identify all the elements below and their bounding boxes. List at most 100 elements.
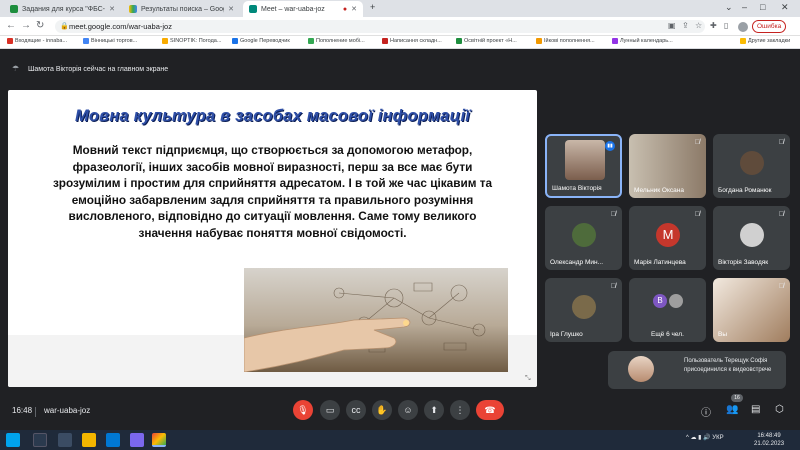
search-icon[interactable] [33,433,47,447]
chat-icon[interactable]: ▤ [751,404,760,415]
bookmark-item[interactable]: Входящие - innaba... [7,38,67,44]
sidebar-icon[interactable]: ▯ [724,21,728,30]
maximize-icon[interactable]: □ [760,2,765,12]
activities-icon[interactable]: ⬡ [775,404,784,415]
camera-toggle-button[interactable]: ▭ [320,400,340,420]
error-badge[interactable]: Ошибка [752,20,787,33]
captions-button[interactable]: cc [346,400,366,420]
participant-tile[interactable]: 🎙̸ Богдана Романюк [713,134,790,198]
mic-off-icon: 🎙̸ [778,283,784,290]
windows-start-icon[interactable] [6,433,20,447]
reload-icon[interactable]: ↻ [36,20,44,31]
tab-classroom[interactable]: Задания для курса "ФБС-13 УКР ✕ [4,1,121,17]
meet-stage: ☂ Шамота Вікторія сейчас на главном экра… [0,49,800,430]
participant-tile[interactable]: 🎙̸ Вікторія Заводяк [713,206,790,270]
gmail-icon [7,38,13,44]
bookmark-item[interactable]: Google Переводчик [232,38,290,44]
word-icon[interactable] [106,433,120,447]
bookmark-item[interactable]: Лунный календарь... [612,38,673,44]
slide-photo [244,268,508,372]
participant-initial: B [653,294,667,308]
bookmark-item[interactable]: Освітній проект «Н... [456,38,517,44]
mic-off-icon: 🎙̸ [610,211,616,218]
minimize-icon[interactable]: – [742,2,747,12]
taskbar-clock[interactable]: 16:48:49 21.02.2023 [754,432,784,448]
drive-icon [129,5,137,13]
close-tab-icon[interactable]: ✕ [109,5,115,13]
back-icon[interactable]: ← [6,20,16,31]
bookmark-site-icon [162,38,168,44]
new-tab-button[interactable]: + [370,2,375,12]
system-tray[interactable]: ^ ☁ ▮ 🔊 УКР [686,434,724,441]
bookmark-item[interactable]: Написання складн... [382,38,442,44]
bookmark-site-icon [83,38,89,44]
end-call-button[interactable]: ☎ [476,400,504,420]
bookmark-item[interactable]: SINOPTIK: Погода... [162,38,221,44]
more-options-button[interactable]: ⋮ [450,400,470,420]
extensions-icon[interactable]: ✚ [710,21,717,30]
participant-tile[interactable]: 🎙̸ Олександр Мин... [545,206,622,270]
person-presenting-icon: ☂ [12,64,20,73]
presentation-slide[interactable]: Мовна культура в засобах масової інформа… [8,90,537,387]
present-screen-button[interactable]: ⬆ [424,400,444,420]
raise-hand-button[interactable]: ✋ [372,400,392,420]
bookmarks-bar: Входящие - innaba... Вінницькі торгов...… [0,36,800,49]
people-icon[interactable]: 👥 [726,404,738,415]
share-icon[interactable]: ⇪ [682,21,689,30]
participant-avatar [572,223,596,247]
file-explorer-icon[interactable] [82,433,96,447]
camera-indicator-icon[interactable]: ▣ [668,21,676,30]
participant-tile[interactable]: 🎙̸ Іра Глушко [545,278,622,342]
participant-video [565,140,605,180]
self-view-tile[interactable]: 🎙̸ Вы [713,278,790,342]
forward-icon[interactable]: → [21,20,31,31]
star-icon[interactable]: ☆ [695,21,702,30]
mic-toggle-button[interactable]: 🎙 [293,400,313,420]
join-notification: Пользователь Терещук Софія присоединился… [608,351,786,389]
meet-icon [249,5,257,13]
mic-off-icon: 🎙̸ [778,211,784,218]
tab-drive[interactable]: Результаты поиска – Google Ди ✕ [123,1,240,17]
close-tab-icon[interactable]: ✕ [351,5,357,13]
participant-avatar [669,294,683,308]
meeting-info-icon[interactable]: ⓘ [701,404,711,419]
meeting-code: war-uaba-joz [44,406,91,415]
profile-avatar[interactable] [738,22,748,32]
recording-dot-icon: ● [342,5,348,13]
meeting-clock: 16:48 [12,406,33,415]
bookmark-item[interactable]: Ійкові пополнення... [536,38,595,44]
participant-avatar [572,295,596,319]
hand-diagram-illustration [244,282,486,372]
chrome-icon[interactable] [152,433,166,447]
bookmark-item[interactable]: Пополнение мобі... [308,38,365,44]
participant-avatar [740,151,764,175]
divider [35,407,36,417]
task-view-icon[interactable] [58,433,72,447]
bookmark-item[interactable]: Вінницькі торгов... [83,38,137,44]
presenter-indicator: ☂ Шамота Вікторія сейчас на главном экра… [12,64,169,73]
bookmark-site-icon [382,38,388,44]
more-participants-tile[interactable]: B Ещё 6 чел. [629,278,706,342]
slide-title: Мовна культура в засобах масової інформа… [74,107,471,125]
viber-icon[interactable] [130,433,144,447]
participant-avatar [740,223,764,247]
mic-off-icon: 🎙̸ [778,139,784,146]
folder-icon [740,38,746,44]
notification-avatar [628,356,654,382]
url-bar[interactable]: 🔒 meet.google.com/war-uaba-joz [55,20,705,33]
close-window-icon[interactable]: ✕ [781,2,789,13]
participant-tile[interactable]: M 🎙̸ Марія Латинцева [629,206,706,270]
tab-search-icon[interactable]: ⌄ [725,2,733,13]
mic-off-icon: 🎙̸ [694,139,700,146]
close-tab-icon[interactable]: ✕ [228,5,234,13]
participant-count-badge: 16 [731,394,743,402]
other-bookmarks[interactable]: Другие закладки [740,38,790,44]
participant-tile[interactable]: ▮▮ Шамота Вікторія [545,134,622,198]
resize-handle-icon[interactable]: ⤡ [525,375,531,383]
mic-off-icon: 🎙̸ [610,283,616,290]
tab-meet[interactable]: Meet – war-uaba-joz ● ✕ [243,1,363,17]
reactions-button[interactable]: ☺ [398,400,418,420]
slide-body: Мовний текст підприємця, що створюється … [52,143,493,240]
lock-icon: 🔒 [60,23,69,30]
participant-tile[interactable]: 🎙̸ Мельник Оксана [629,134,706,198]
